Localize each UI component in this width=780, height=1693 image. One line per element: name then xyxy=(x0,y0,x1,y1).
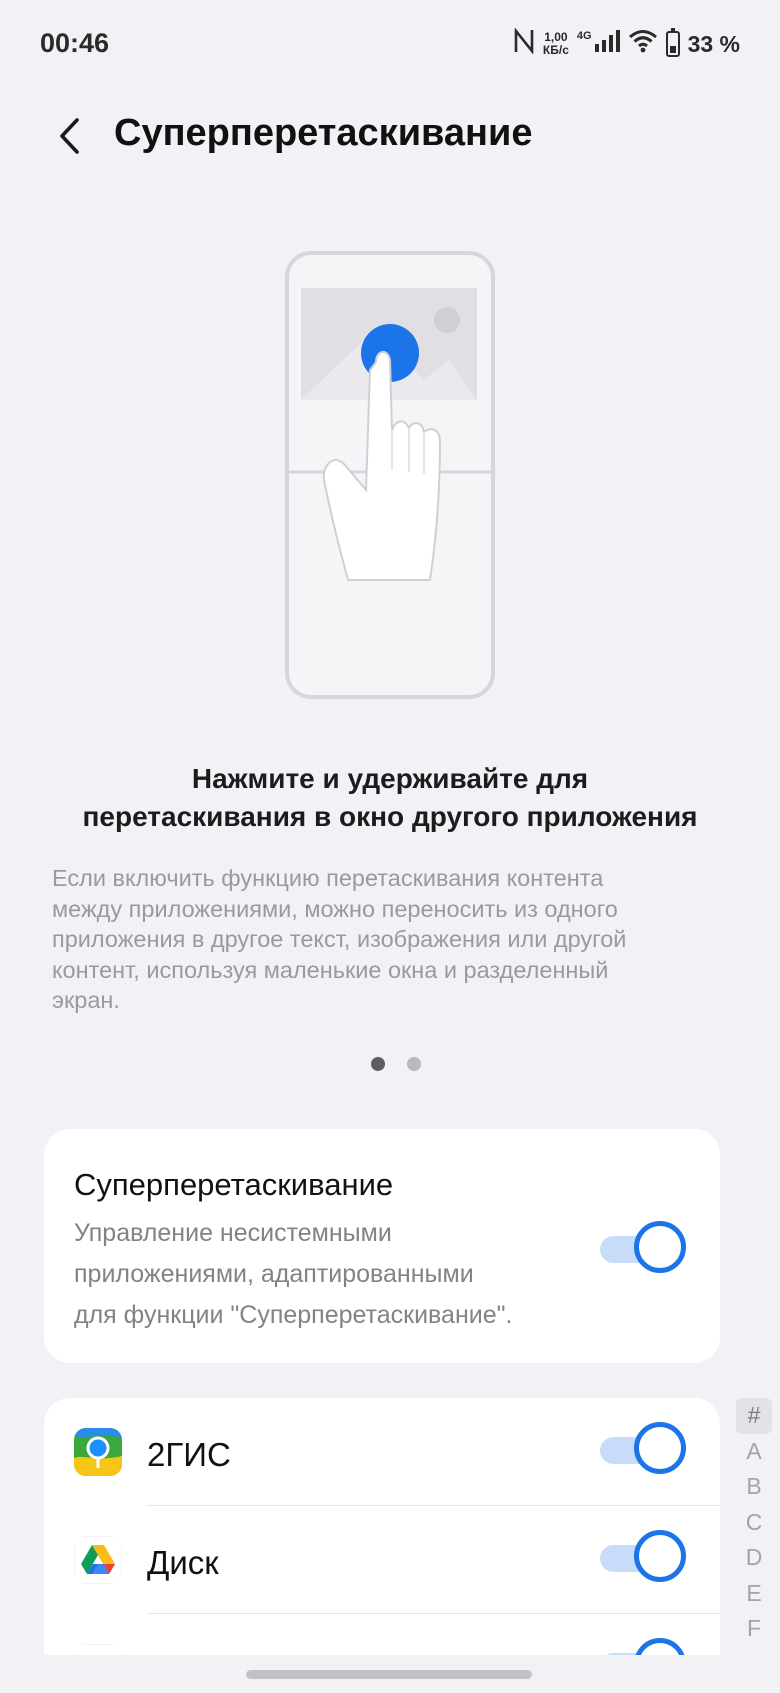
setting-subtitle: Управление несистемными приложениями, ад… xyxy=(74,1213,544,1336)
subtitle-line: для функции "Суперперетаскивание". xyxy=(74,1301,513,1329)
status-icons: 1,00 КБ/с 4G 33 % xyxy=(513,27,740,60)
super-drag-toggle[interactable] xyxy=(600,1221,686,1277)
description-line: контент, используя маленькие окна и разд… xyxy=(52,956,609,983)
app-toggle-2gis[interactable] xyxy=(600,1422,686,1478)
feature-headline: Нажмите и удерживайте для перетаскивания… xyxy=(40,760,740,836)
page-indicator xyxy=(0,1057,780,1071)
description-line: Если включить функцию перетаскивания кон… xyxy=(52,865,604,891)
header: Суперперетаскивание xyxy=(0,100,780,170)
index-letter[interactable]: F xyxy=(736,1611,772,1647)
page-title: Суперперетаскивание xyxy=(114,112,533,154)
index-letter[interactable]: B xyxy=(736,1469,772,1505)
index-letter[interactable]: A xyxy=(736,1434,772,1470)
home-gesture-handle[interactable] xyxy=(246,1670,532,1679)
drag-illustration xyxy=(284,250,496,700)
setting-title: Суперперетаскивание xyxy=(74,1167,394,1202)
headline-line-1: Нажмите и удерживайте для xyxy=(191,763,589,794)
battery-icon xyxy=(665,28,680,57)
description-line: между приложениями, можно переносить из … xyxy=(52,895,618,922)
chevron-left-icon xyxy=(60,118,79,154)
network-speed: 1,00 КБ/с xyxy=(543,31,569,57)
app-list-card: 2ГИС Диск xyxy=(44,1398,720,1693)
battery-level: 33 % xyxy=(687,30,740,57)
network-type: 4G xyxy=(576,30,592,42)
feature-description: Если включить функцию перетаскивания кон… xyxy=(52,863,742,1016)
toggle-knob xyxy=(634,1422,686,1474)
status-time: 00:46 xyxy=(40,28,110,58)
nfc-icon xyxy=(513,27,535,60)
index-letter[interactable]: # xyxy=(736,1398,772,1434)
super-drag-setting-card: Суперперетаскивание Управление несистемн… xyxy=(44,1129,720,1363)
wifi-icon xyxy=(628,29,658,59)
subtitle-line: приложениями, адаптированными xyxy=(74,1260,474,1288)
back-button[interactable] xyxy=(48,114,92,158)
page-dot-active[interactable] xyxy=(371,1057,385,1071)
toggle-knob xyxy=(634,1221,686,1273)
headline-line-2: перетаскивания в окно другого приложения xyxy=(82,801,698,832)
toggle-knob xyxy=(634,1530,686,1582)
app-name: Диск xyxy=(147,1544,219,1581)
subtitle-line: Управление несистемными xyxy=(74,1219,392,1247)
page-dot[interactable] xyxy=(407,1057,421,1071)
index-letter[interactable]: C xyxy=(736,1505,772,1541)
alphabet-index-bar[interactable]: # A B C D E F xyxy=(736,1398,772,1647)
app-toggle-drive[interactable] xyxy=(600,1530,686,1586)
2gis-app-icon xyxy=(74,1428,122,1476)
app-name: 2ГИС xyxy=(147,1436,231,1473)
description-line: экран. xyxy=(52,987,120,1013)
app-row-drive[interactable]: Диск xyxy=(44,1506,720,1614)
cellular-signal-icon xyxy=(594,30,620,58)
status-bar: 00:46 1,00 КБ/с 4G 33 % xyxy=(0,0,780,90)
app-row-2gis[interactable]: 2ГИС xyxy=(44,1398,720,1506)
google-drive-icon xyxy=(74,1536,122,1584)
index-letter[interactable]: D xyxy=(736,1540,772,1576)
speed-unit: КБ/с xyxy=(542,43,569,57)
description-line: приложения в другое текст, изображения и… xyxy=(52,926,627,952)
index-letter[interactable]: E xyxy=(736,1576,772,1612)
